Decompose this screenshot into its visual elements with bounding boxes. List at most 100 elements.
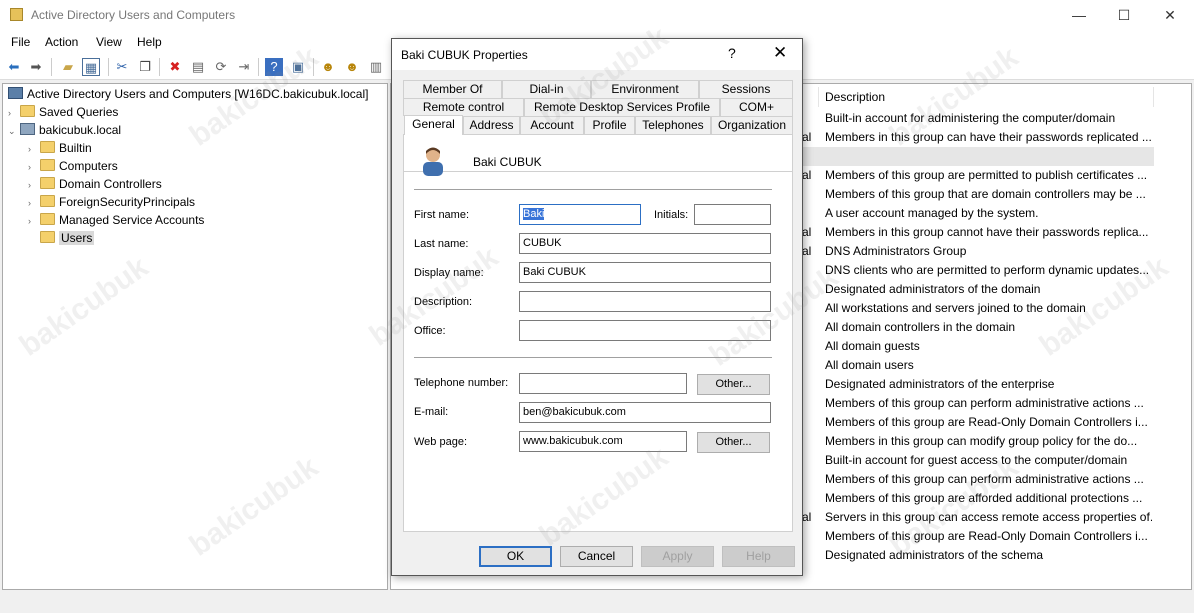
list-row-description[interactable]: Members in this group can modify group p… [825, 432, 1152, 451]
web-page-other-button[interactable]: Other... [697, 432, 770, 453]
first-name-label: First name: [414, 209, 470, 221]
list-row-description[interactable]: Designated administrators of the domain [825, 280, 1152, 299]
list-row-description[interactable]: Members of this group are afforded addit… [825, 489, 1152, 508]
list-row-description[interactable]: Members of this group that are domain co… [825, 185, 1152, 204]
list-row-description[interactable]: Members in this group cannot have their … [825, 223, 1152, 242]
tree-item-domain[interactable]: ⌄ bakicubuk.local [8, 121, 121, 139]
cancel-button[interactable]: Cancel [560, 546, 633, 567]
telephone-field[interactable] [519, 373, 687, 394]
copy-icon[interactable]: ❐ [136, 58, 154, 76]
web-page-field[interactable]: www.bakicubuk.com [519, 431, 687, 452]
refresh-icon[interactable]: ⟳ [212, 58, 230, 76]
list-row-description[interactable]: Members of this group can perform admini… [825, 394, 1152, 413]
office-field[interactable] [519, 320, 771, 341]
list-row-description[interactable]: Members of this group are Read-Only Doma… [825, 413, 1152, 432]
new-user-icon[interactable]: ☻ [319, 58, 337, 76]
tab-com-plus[interactable]: COM+ [720, 98, 793, 116]
tree-item-domain-controllers[interactable]: › Domain Controllers [28, 175, 162, 193]
maximize-button[interactable]: ☐ [1101, 0, 1147, 31]
tree-item-foreign-security-principals[interactable]: › ForeignSecurityPrincipals [28, 193, 195, 211]
list-row-description[interactable] [825, 147, 1152, 166]
telephone-other-button[interactable]: Other... [697, 374, 770, 395]
list-row-description[interactable]: Members of this group can perform admini… [825, 470, 1152, 489]
email-field[interactable]: ben@bakicubuk.com [519, 402, 771, 423]
list-row-description[interactable]: DNS clients who are permitted to perform… [825, 261, 1152, 280]
tree-item-label: bakicubuk.local [39, 123, 122, 137]
tab-general[interactable]: General [404, 115, 463, 135]
help-button[interactable]: Help [722, 546, 795, 567]
tree-item-builtin[interactable]: › Builtin [28, 139, 92, 157]
list-row-description[interactable]: Servers in this group can access remote … [825, 508, 1152, 527]
menu-view[interactable]: View [96, 35, 122, 49]
initials-field[interactable] [694, 204, 771, 225]
tab-member-of[interactable]: Member Of [403, 80, 502, 98]
list-row-description[interactable]: All domain guests [825, 337, 1152, 356]
list-row-description[interactable]: Built-in account for administering the c… [825, 109, 1152, 128]
properties-icon[interactable]: ▤ [189, 58, 207, 76]
back-icon[interactable]: ⬅ [5, 58, 23, 76]
chevron-right-icon[interactable]: › [28, 194, 40, 212]
list-row-description[interactable]: Designated administrators of the enterpr… [825, 375, 1152, 394]
list-row-description[interactable]: Members of this group are Read-Only Doma… [825, 527, 1152, 546]
show-console-tree-icon[interactable]: ▦ [82, 58, 100, 76]
close-button[interactable]: ✕ [1147, 0, 1193, 31]
type-cell: al [802, 130, 812, 144]
help-icon[interactable]: ? [265, 58, 283, 76]
chevron-down-icon[interactable]: ⌄ [8, 122, 20, 140]
menu-action[interactable]: Action [45, 35, 78, 49]
list-row-description[interactable]: All domain users [825, 356, 1152, 375]
tab-profile[interactable]: Profile [584, 116, 635, 134]
chevron-right-icon[interactable]: › [28, 140, 40, 158]
up-folder-icon[interactable]: ▰ [59, 58, 77, 76]
dialog-help-button[interactable]: ? [728, 45, 736, 61]
list-row-description[interactable]: Designated administrators of the schema [825, 546, 1152, 565]
list-row-description[interactable]: All domain controllers in the domain [825, 318, 1152, 337]
list-row-description[interactable]: Members of this group are permitted to p… [825, 166, 1152, 185]
ou-folder-icon [40, 177, 55, 189]
last-name-field[interactable]: CUBUK [519, 233, 771, 254]
new-ou-icon[interactable]: ▥ [367, 58, 385, 76]
menu-file[interactable]: File [11, 35, 30, 49]
window-title: Active Directory Users and Computers [31, 8, 236, 22]
tab-organization[interactable]: Organization [711, 116, 793, 134]
list-row-description[interactable]: A user account managed by the system. [825, 204, 1152, 223]
tree-item-users[interactable]: Users [28, 229, 95, 247]
tab-remote-desktop-services-profile[interactable]: Remote Desktop Services Profile [524, 98, 720, 116]
list-row-description[interactable]: Members in this group can have their pas… [825, 128, 1152, 147]
minimize-button[interactable]: — [1056, 0, 1102, 31]
list-row-description[interactable]: Built-in account for guest access to the… [825, 451, 1152, 470]
tab-environment[interactable]: Environment [591, 80, 699, 98]
tab-remote-control[interactable]: Remote control [403, 98, 524, 116]
chevron-right-icon[interactable]: › [8, 104, 20, 122]
new-group-icon[interactable]: ☻ [343, 58, 361, 76]
tree-item-managed-service-accounts[interactable]: › Managed Service Accounts [28, 211, 204, 229]
tree-item-label: Managed Service Accounts [59, 213, 205, 227]
export-list-icon[interactable]: ⇥ [235, 58, 253, 76]
delete-icon[interactable]: ✖ [166, 58, 184, 76]
forward-icon[interactable]: ➡ [27, 58, 45, 76]
chevron-right-icon[interactable]: › [28, 158, 40, 176]
first-name-field[interactable]: Baki [519, 204, 641, 225]
apply-button[interactable]: Apply [641, 546, 714, 567]
ok-button[interactable]: OK [479, 546, 552, 567]
folder-icon [40, 213, 55, 225]
tab-telephones[interactable]: Telephones [635, 116, 711, 134]
list-row-description[interactable]: DNS Administrators Group [825, 242, 1152, 261]
description-field[interactable] [519, 291, 771, 312]
tab-sessions[interactable]: Sessions [699, 80, 793, 98]
tree-root[interactable]: Active Directory Users and Computers [W1… [8, 85, 368, 103]
menu-help[interactable]: Help [137, 35, 162, 49]
list-row-description[interactable]: All workstations and servers joined to t… [825, 299, 1152, 318]
console-icon[interactable]: ▣ [289, 58, 307, 76]
tree-item-saved-queries[interactable]: › Saved Queries [8, 103, 118, 121]
dialog-close-button[interactable]: ✕ [773, 43, 787, 63]
tab-dial-in[interactable]: Dial-in [502, 80, 591, 98]
chevron-right-icon[interactable]: › [28, 176, 40, 194]
chevron-right-icon[interactable]: › [28, 212, 40, 230]
column-header-description[interactable]: Description [818, 87, 1154, 107]
display-name-field[interactable]: Baki CUBUK [519, 262, 771, 283]
tab-account[interactable]: Account [520, 116, 584, 134]
tree-item-computers[interactable]: › Computers [28, 157, 118, 175]
cut-icon[interactable]: ✂ [113, 58, 131, 76]
tab-address[interactable]: Address [463, 116, 520, 134]
